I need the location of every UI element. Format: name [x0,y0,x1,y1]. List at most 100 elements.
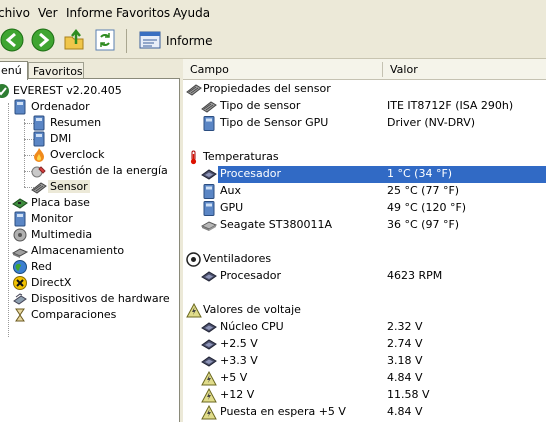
cpu-icon [201,337,217,352]
computer-icon [201,116,217,131]
field-value: 1 °C (34 °F) [387,167,453,180]
sensor-row[interactable]: +12 V 11.58 V [183,387,546,404]
menu-informe[interactable]: Informe [66,6,113,20]
group-header-row[interactable]: Temperaturas [183,149,546,166]
field-label: Ventiladores [203,252,272,265]
field-value: 11.58 V [387,388,430,401]
forward-arrow-icon [31,28,55,52]
everest-icon [0,83,10,99]
field-value: 4623 RPM [387,269,443,282]
voltage-icon [201,387,217,403]
field-label: Puesta en espera +5 V [220,405,346,418]
benchmark-icon [12,307,28,323]
field-label: Aux [220,184,242,197]
refresh-button[interactable] [93,28,119,54]
field-label: Procesador [220,167,281,180]
tree-node-label: Comparaciones [31,308,117,321]
tab-favoritos[interactable]: Favoritos [28,62,84,79]
field-label: Núcleo CPU [220,320,284,333]
tree-node-label: Resumen [50,116,102,129]
field-value: Driver (NV-DRV) [387,116,476,129]
back-button[interactable] [0,28,26,54]
sensor-row[interactable]: Tipo de sensor ITE IT8712F (ISA 290h) [183,98,546,115]
up-button[interactable] [62,28,88,54]
field-value: 3.18 V [387,354,423,367]
group-header-row[interactable]: Valores de voltaje [183,302,546,319]
field-value: 49 °C (120 °F) [387,201,467,214]
storage-icon [11,243,29,259]
tree-node-label: Dispositivos de hardware [31,292,170,305]
tree-node-label: Gestión de la energía [50,164,168,177]
cpu-icon [201,167,217,182]
cpu-icon [201,269,217,284]
flame-icon [31,147,47,163]
computer-icon [12,99,28,115]
field-label: +5 V [220,371,248,384]
sensor-row[interactable]: Puesta en espera +5 V 4.84 V [183,404,546,421]
sensor-row[interactable]: Seagate ST380011A 36 °C (97 °F) [183,217,546,234]
report-button[interactable] [138,28,164,54]
field-label: +2.5 V [220,337,258,350]
sensor-row[interactable]: Núcleo CPU 2.32 V [183,319,546,336]
navigation-tree: EVEREST v2.20.405 Ordenador Resumen DMI … [0,78,180,422]
sensor-row[interactable]: +3.3 V 3.18 V [183,353,546,370]
menu-ayuda[interactable]: Ayuda [173,6,210,20]
field-label: Temperaturas [203,150,279,163]
tree-node-label: Ordenador [31,100,90,113]
voltage-icon [201,404,217,420]
sensor-row[interactable]: Aux 25 °C (77 °F) [183,183,546,200]
field-label: Tipo de Sensor GPU [220,116,329,129]
group-header-row[interactable]: Ventiladores [183,251,546,268]
sensor-row[interactable]: Tipo de Sensor GPU Driver (NV-DRV) [183,115,546,132]
column-header-campo[interactable]: Campo [190,63,229,76]
menu-bar: chivo Ver Informe Favoritos Ayuda [0,0,546,25]
sensor-icon [31,179,47,195]
directx-icon [12,275,28,291]
tree-node-label: Sensor [48,180,90,193]
refresh-icon [95,29,115,51]
tree-node-label: Overclock [50,148,105,161]
group-header-row[interactable]: Propiedades del sensor [183,81,546,98]
field-value: ITE IT8712F (ISA 290h) [387,99,514,112]
menu-ver[interactable]: Ver [38,6,58,20]
tree-node-label: DMI [50,132,72,145]
field-label: Procesador [220,269,281,282]
tree-node-label: Red [31,260,52,273]
devices-icon [12,291,28,307]
tab-menu[interactable]: enú [0,61,28,80]
fan-icon [186,252,202,267]
field-value: 4.84 V [387,405,423,418]
field-label: Valores de voltaje [203,303,301,316]
left-tab-strip: enú Favoritos [0,59,180,80]
menu-favoritos[interactable]: Favoritos [116,6,170,20]
voltage-icon [201,370,217,386]
sensor-row[interactable]: +2.5 V 2.74 V [183,336,546,353]
sensor-row[interactable]: Procesador 4623 RPM [183,268,546,285]
tree-node-label: Almacenamiento [31,244,125,257]
computer-icon [31,131,47,147]
sensor-row[interactable]: GPU 49 °C (120 °F) [183,200,546,217]
tree-node-label: Placa base [31,196,90,209]
motherboard-icon [12,195,28,211]
field-value: 36 °C (97 °F) [387,218,460,231]
sensor-icon [201,99,217,114]
disk-icon [200,218,218,233]
report-button-label[interactable]: Informe [166,34,213,48]
computer-icon [201,201,217,216]
column-divider[interactable] [382,62,383,77]
voltage-icon [186,302,202,318]
toolbar: Informe [0,25,546,59]
column-header-valor[interactable]: Valor [390,63,418,76]
toolbar-separator [126,29,127,53]
tree-node-label: DirectX [31,276,72,289]
computer-icon [31,115,47,131]
tree-node-label: EVEREST v2.20.405 [13,84,122,97]
computer-icon [201,184,217,199]
menu-archivo[interactable]: chivo [0,6,30,20]
forward-button[interactable] [31,28,57,54]
field-value: 2.32 V [387,320,423,333]
sensor-row[interactable]: +5 V 4.84 V [183,370,546,387]
report-icon [139,31,161,49]
thermometer-icon [186,150,202,165]
sensor-row[interactable]: Procesador 1 °C (34 °F) [183,166,546,183]
